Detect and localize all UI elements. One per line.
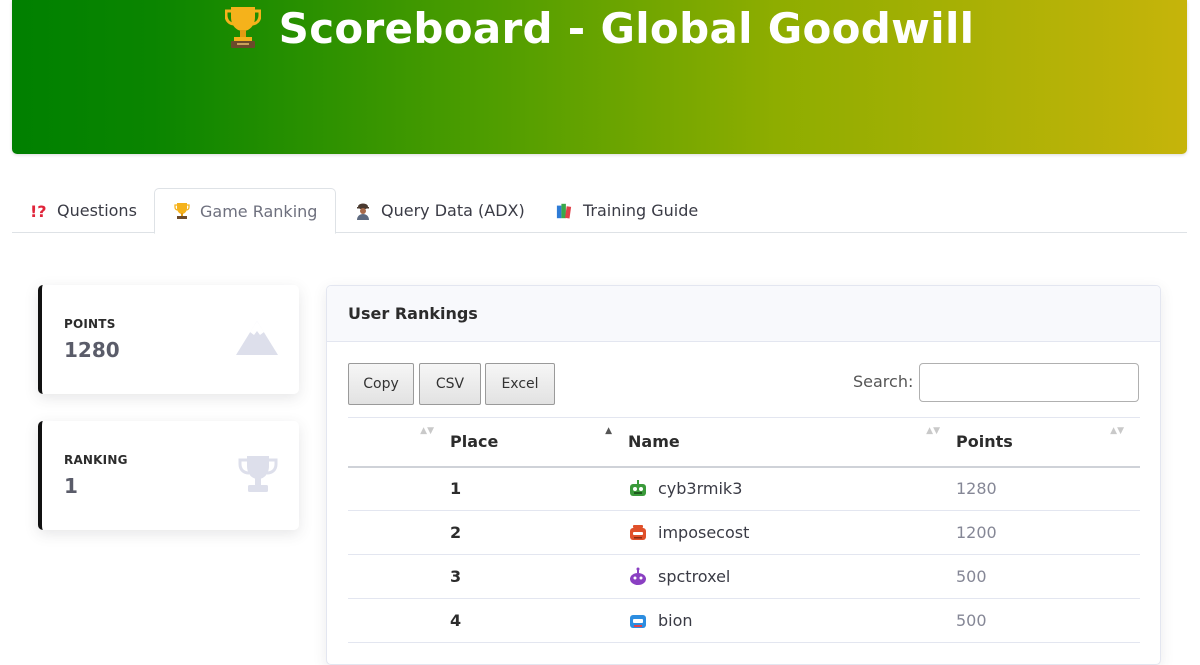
sort-icon: ▲▼	[926, 426, 940, 436]
tab-game-ranking-label: Game Ranking	[200, 201, 318, 221]
page-title: Scoreboard - Global Goodwill	[12, 4, 1187, 59]
cell-blank	[348, 554, 450, 599]
tab-game-ranking[interactable]: Game Ranking	[154, 188, 337, 234]
col-header-points[interactable]: Points ▲▼	[956, 417, 1140, 468]
trophy-icon	[224, 5, 262, 59]
col-header-place-label: Place	[450, 432, 499, 452]
cell-blank	[348, 466, 450, 511]
purple-robot-icon	[628, 567, 648, 587]
sort-asc-icon: ▲	[605, 426, 612, 436]
excel-button[interactable]: Excel	[485, 363, 555, 405]
rankings-table: ▲▼ Place ▲ Name ▲▼ Points ▲▼ 1 cyb3rmik3…	[348, 417, 1140, 643]
col-header-blank[interactable]: ▲▼	[348, 417, 450, 468]
cell-name: imposecost	[628, 510, 956, 555]
cell-points: 1280	[956, 466, 1140, 511]
blue-robot-icon	[628, 611, 648, 631]
cell-place: 4	[450, 598, 628, 643]
tab-questions-label: Questions	[57, 201, 137, 220]
col-header-points-label: Points	[956, 432, 1013, 452]
mountain-icon	[235, 319, 279, 361]
header-banner: Scoreboard - Global Goodwill	[12, 0, 1187, 154]
sort-icon: ▲▼	[1110, 426, 1124, 436]
copy-button[interactable]: Copy	[348, 363, 414, 405]
table-header-row: ▲▼ Place ▲ Name ▲▼ Points ▲▼	[348, 417, 1140, 468]
page-title-text: Scoreboard - Global Goodwill	[278, 4, 975, 53]
cell-points: 1200	[956, 510, 1140, 555]
detective-icon	[354, 202, 372, 220]
trophy-icon	[173, 202, 191, 220]
sort-icon: ▲▼	[420, 426, 434, 436]
tab-questions[interactable]: !? Questions	[12, 188, 155, 233]
col-header-name[interactable]: Name ▲▼	[628, 417, 956, 468]
cell-points: 500	[956, 598, 1140, 643]
table-row[interactable]: 2 imposecost 1200	[348, 510, 1140, 555]
user-name: bion	[658, 611, 693, 630]
ranking-value: 1	[64, 474, 78, 498]
user-rankings-panel: User Rankings Copy CSV Excel Search: ▲▼ …	[326, 285, 1161, 665]
csv-button[interactable]: CSV	[419, 363, 481, 405]
green-robot-icon	[628, 479, 648, 499]
cell-place: 1	[450, 466, 628, 511]
tab-query-data[interactable]: Query Data (ADX)	[336, 188, 543, 233]
tab-training-guide[interactable]: Training Guide	[538, 188, 716, 233]
cell-name: bion	[628, 598, 956, 643]
user-name: cyb3rmik3	[658, 479, 743, 499]
search-label: Search:	[853, 372, 914, 391]
table-row[interactable]: 1 cyb3rmik3 1280	[348, 466, 1140, 511]
cell-blank	[348, 510, 450, 555]
ranking-card: RANKING 1	[38, 421, 299, 530]
col-header-name-label: Name	[628, 432, 680, 452]
cell-blank	[348, 598, 450, 643]
user-name: spctroxel	[658, 567, 731, 586]
search-input[interactable]	[919, 363, 1139, 402]
user-name: imposecost	[658, 523, 750, 542]
panel-title: User Rankings	[327, 286, 1160, 342]
red-robot-icon	[628, 523, 648, 543]
ranking-label: RANKING	[64, 453, 128, 467]
interrobang-icon: !?	[30, 202, 48, 220]
cell-name: cyb3rmik3	[628, 466, 956, 511]
table-row[interactable]: 3 spctroxel 500	[348, 554, 1140, 599]
cell-place: 3	[450, 554, 628, 599]
points-label: POINTS	[64, 317, 116, 331]
points-value: 1280	[64, 338, 120, 362]
tab-training-guide-label: Training Guide	[583, 201, 699, 220]
table-row[interactable]: 4 bion 500	[348, 598, 1140, 643]
tab-query-data-label: Query Data (ADX)	[381, 201, 525, 220]
svg-text:!?: !?	[30, 202, 47, 220]
books-icon	[556, 202, 574, 220]
points-card: POINTS 1280	[38, 285, 299, 394]
trophy-outline-icon	[237, 455, 279, 497]
nav-tabs: !? Questions Game Ranking Query Data (AD…	[12, 188, 1187, 234]
col-header-place[interactable]: Place ▲	[450, 417, 628, 468]
cell-points: 500	[956, 554, 1140, 599]
cell-name: spctroxel	[628, 554, 956, 599]
cell-place: 2	[450, 510, 628, 555]
